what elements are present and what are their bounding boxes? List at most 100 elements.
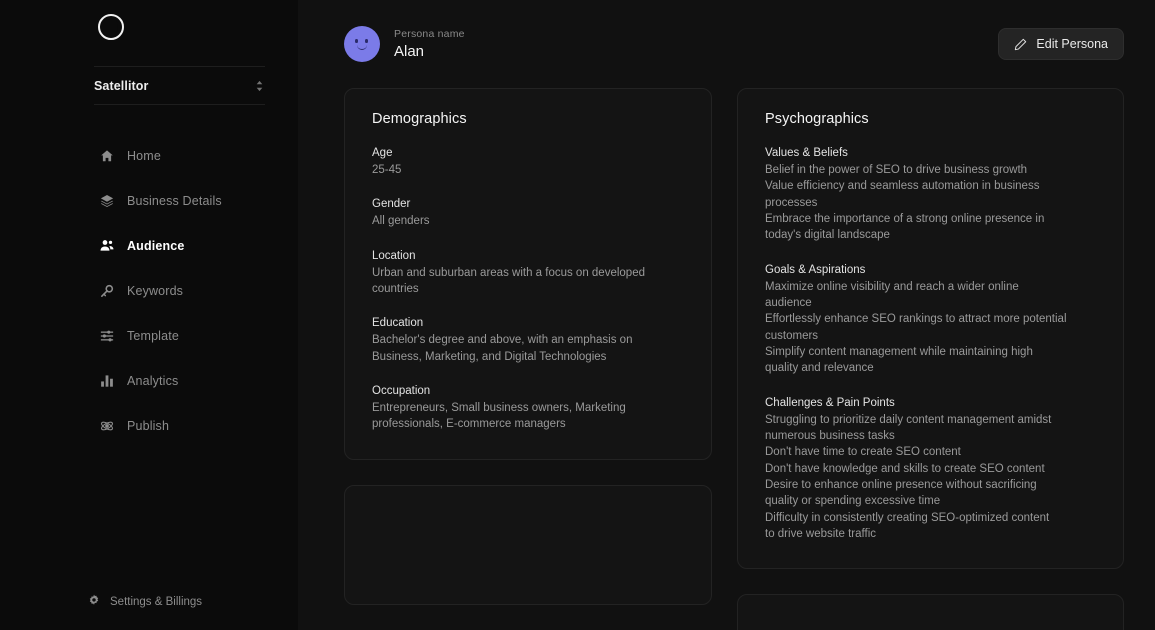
sliders-icon [100, 329, 114, 343]
field-value: 25-45 [372, 162, 684, 178]
field-group: Age 25-45 [372, 147, 684, 178]
persona-name-value: Alan [394, 43, 425, 60]
sidebar-item-label: Home [127, 148, 161, 163]
psychographics-card: Psychographics Values & Beliefs Belief in… [737, 88, 1124, 570]
field-label: Goals & Aspirations [765, 263, 866, 276]
sidebar-item-home[interactable]: Home [0, 133, 298, 178]
psychographics-next-card [737, 594, 1124, 630]
field-label: Age [372, 147, 393, 159]
chevron-up-down-icon [256, 80, 263, 91]
persona-name-label: Persona name [394, 28, 465, 40]
card-title: Psychographics [765, 111, 869, 127]
field-value: Bachelor's degree and above, with an emp… [372, 332, 684, 365]
layers-icon [100, 194, 114, 208]
avatar-eye-right [365, 39, 368, 43]
edit-persona-button[interactable]: Edit Persona [998, 28, 1124, 60]
field-value: Struggling to prioritize daily content m… [765, 412, 1096, 543]
top-bar: Persona name Alan Edit Persona [298, 0, 1155, 88]
settings-and-billings-link[interactable]: Settings & Billings [88, 593, 202, 611]
sidebar-item-label: Template [127, 328, 179, 343]
field-value: Belief in the power of SEO to drive busi… [765, 162, 1096, 244]
sidebar-item-label: Business Details [127, 193, 222, 208]
field-value-line: numerous business tasks [765, 429, 895, 442]
field-value-line: processes [765, 196, 818, 209]
field-label: Values & Beliefs [765, 147, 848, 159]
field-value-line: Embrace the importance of a strong onlin… [765, 212, 1045, 225]
field-value-line: professionals, E-commerce managers [372, 418, 566, 431]
cards-grid: Demographics Age 25-45 Gender All genders Lo… [298, 88, 1155, 630]
gear-icon [88, 593, 100, 611]
field-value-line: Effortlessly enhance SEO rankings to att… [765, 313, 1067, 326]
sidebar-item-business-details[interactable]: Business Details [0, 178, 298, 223]
sidebar-nav: Home Business Details Audience Keywords [0, 133, 298, 448]
field-value-line: Belief in the power of SEO to drive busi… [765, 164, 1028, 176]
workspace-selector[interactable]: Satellitor [94, 66, 265, 105]
field-label: Education [372, 317, 424, 330]
main-content: Persona name Alan Edit Persona Demograph… [298, 0, 1155, 630]
field-group: Challenges & Pain Points Struggling to pr… [765, 397, 1096, 543]
demographics-fields: Age 25-45 Gender All genders Location Urban a… [372, 147, 684, 433]
sidebar-item-keywords[interactable]: Keywords [0, 268, 298, 313]
field-value: Maximize online visibility and reach a w… [765, 279, 1096, 377]
field-label: Location [372, 249, 416, 262]
field-label: Challenges & Pain Points [765, 396, 895, 409]
field-value-line: Struggling to prioritize daily content m… [765, 413, 1052, 426]
publish-share-icon [100, 419, 114, 433]
crescent-ring-logo-icon[interactable] [98, 14, 124, 40]
sidebar-item-audience[interactable]: Audience [0, 223, 298, 268]
sidebar-item-analytics[interactable]: Analytics [0, 358, 298, 403]
bar-chart-icon [100, 374, 114, 388]
avatar [344, 26, 380, 62]
sidebar-item-template[interactable]: Template [0, 313, 298, 358]
field-value-line: quality and relevance [765, 362, 874, 375]
field-value-line: countries [372, 282, 419, 295]
field-value-line: audience [765, 296, 812, 309]
field-value-line: 25-45 [372, 164, 402, 176]
field-value-line: Bachelor's degree and above, with an emp… [372, 334, 633, 347]
pencil-icon [1015, 38, 1027, 50]
field-value-line: Value efficiency and seamless automation… [765, 180, 1040, 193]
field-value: Entrepreneurs, Small business owners, Ma… [372, 400, 684, 433]
field-label: Gender [372, 198, 411, 211]
field-value-line: Don't have knowledge and skills to creat… [765, 462, 1045, 475]
users-icon [100, 239, 114, 253]
field-value-line: Entrepreneurs, Small business owners, Ma… [372, 401, 626, 414]
field-value-line: Desire to enhance online presence withou… [765, 478, 1037, 491]
field-group: Occupation Entrepreneurs, Small business … [372, 385, 684, 433]
field-group: Education Bachelor's degree and above, wi… [372, 317, 684, 365]
field-group: Goals & Aspirations Maximize online visib… [765, 264, 1096, 377]
home-icon [100, 149, 114, 163]
key-icon [100, 284, 114, 298]
right-column: Psychographics Values & Beliefs Belief in… [737, 88, 1124, 630]
demographics-card: Demographics Age 25-45 Gender All genders Lo… [344, 88, 712, 460]
field-value: All genders [372, 213, 684, 229]
sidebar-item-label: Analytics [127, 373, 179, 388]
app-root: Satellitor Home Business Details Audienc… [0, 0, 1155, 630]
settings-label: Settings & Billings [110, 596, 203, 608]
persona-summary: Persona name Alan [344, 26, 465, 62]
field-value-line: All genders [372, 215, 430, 228]
workspace-name: Satellitor [94, 78, 149, 93]
persona-text: Persona name Alan [394, 28, 465, 60]
field-group: Values & Beliefs Belief in the power of S… [765, 147, 1096, 244]
psychographics-fields: Values & Beliefs Belief in the power of S… [765, 147, 1096, 542]
field-group: Location Urban and suburban areas with a … [372, 250, 684, 298]
left-column: Demographics Age 25-45 Gender All genders Lo… [344, 88, 712, 630]
sidebar-item-publish[interactable]: Publish [0, 403, 298, 448]
sidebar: Satellitor Home Business Details Audienc… [0, 0, 298, 630]
edit-persona-label: Edit Persona [1036, 37, 1108, 51]
card-title: Demographics [372, 111, 467, 127]
field-value-line: Business, Marketing, and Digital Technol… [372, 350, 607, 363]
avatar-mouth [357, 45, 367, 50]
demographics-next-card [344, 484, 712, 605]
field-value-line: to drive website traffic [765, 527, 877, 540]
field-label: Occupation [372, 384, 431, 397]
sidebar-item-label: Keywords [127, 283, 184, 298]
field-value-line: quality or spending excessive time [765, 495, 941, 508]
field-value: Urban and suburban areas with a focus on… [372, 265, 684, 298]
sidebar-item-label: Publish [127, 418, 170, 433]
field-value-line: today's digital landscape [765, 229, 890, 242]
avatar-eye-left [355, 39, 358, 43]
sidebar-item-label: Audience [127, 238, 185, 253]
field-value-line: Simplify content management while mainta… [765, 345, 1033, 358]
